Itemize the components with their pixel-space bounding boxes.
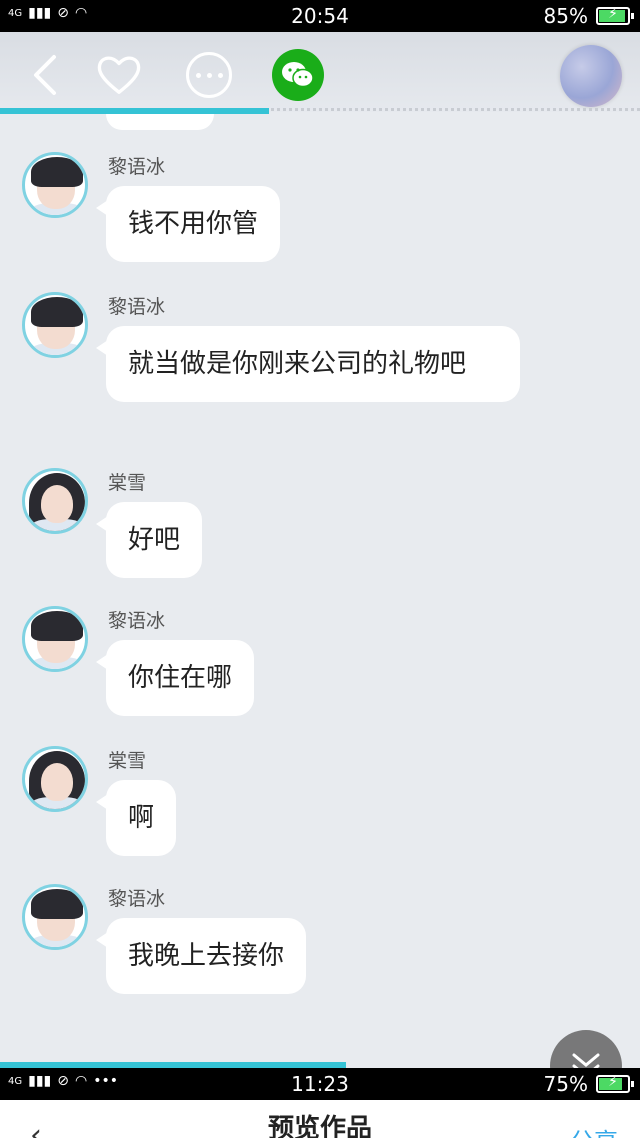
sender-name: 黎语冰	[108, 156, 166, 178]
back-icon[interactable]	[22, 52, 68, 98]
avatar[interactable]	[22, 152, 88, 218]
battery-icon: ⚡	[596, 1074, 634, 1093]
avatar[interactable]	[22, 606, 88, 672]
battery-percent: 75%	[543, 1072, 588, 1096]
message-bubble: 啊	[95, 780, 177, 856]
author-avatar[interactable]	[560, 45, 622, 107]
message-bubble: 你住在哪	[95, 640, 255, 716]
page-title: 预览作品	[267, 1114, 372, 1138]
wechat-icon[interactable]	[272, 49, 324, 101]
avatar[interactable]	[22, 746, 88, 812]
status-bar: 4G ▮▮▮ ⊘ ◠ 20:54 85% ⚡	[0, 0, 640, 32]
battery-percent: 85%	[543, 4, 588, 28]
status-battery: 85% ⚡	[543, 4, 634, 28]
message-bubble: 好吧	[95, 502, 203, 578]
avatar[interactable]	[22, 468, 88, 534]
status-battery-bottom: 75% ⚡	[543, 1072, 634, 1096]
sender-name: 棠雪	[108, 472, 147, 494]
message-bubble: 钱不用你管	[95, 186, 281, 262]
message-bubble: 我晚上去接你	[95, 918, 307, 994]
battery-icon: ⚡	[596, 6, 634, 25]
previous-message-bubble	[106, 114, 214, 130]
chat-list[interactable]: 黎语冰 钱不用你管 黎语冰 就当做是你刚来公司的礼物吧 棠雪 好吧 黎语冰 你住…	[0, 114, 640, 1068]
sender-name: 黎语冰	[108, 888, 166, 910]
heart-icon[interactable]	[96, 52, 142, 98]
more-icon[interactable]	[186, 52, 232, 98]
preview-header: ‹ 预览作品 分享	[0, 1100, 640, 1138]
status-bar-bottom: 4G ▮▮▮ ⊘ ◠ ••• 11:23 75% ⚡	[0, 1068, 640, 1100]
sender-name: 棠雪	[108, 750, 147, 772]
message-bubble: 就当做是你刚来公司的礼物吧	[96, 326, 520, 402]
share-button[interactable]: 分享	[570, 1122, 618, 1138]
avatar[interactable]	[22, 884, 88, 950]
sender-name: 黎语冰	[108, 296, 166, 318]
toolbar	[0, 32, 640, 112]
sender-name: 黎语冰	[108, 610, 166, 632]
avatar[interactable]	[22, 292, 88, 358]
